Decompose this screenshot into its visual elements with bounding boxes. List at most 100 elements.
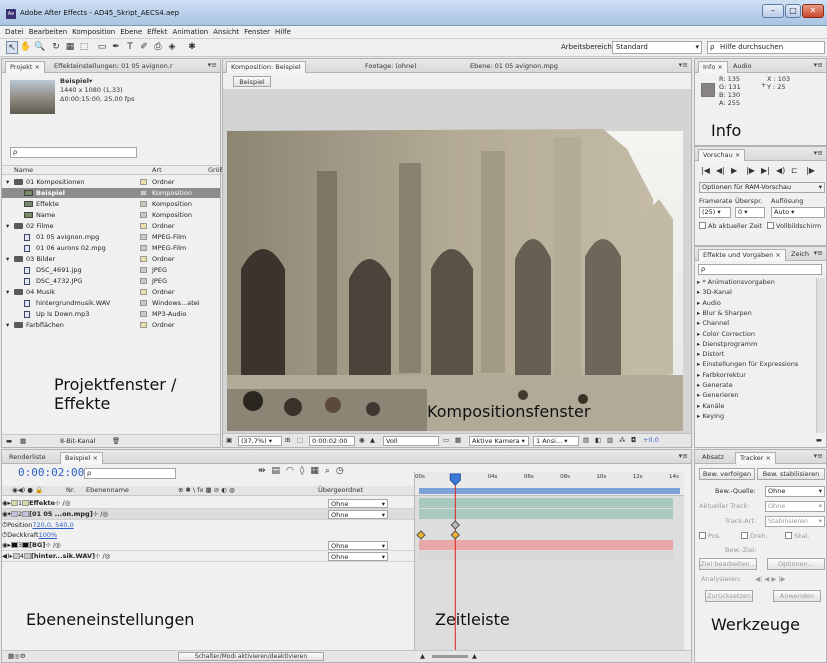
effect-category-item[interactable]: ▸ Color Correction (697, 330, 814, 339)
layer-label-color[interactable] (10, 511, 18, 517)
edit-target-button[interactable]: Ziel bearbeiten... (699, 558, 757, 570)
layer-name[interactable]: Effekte (29, 499, 55, 507)
options-button[interactable]: Optionen... (767, 558, 825, 570)
comp-breadcrumb[interactable]: Beispiel (233, 76, 271, 87)
label-color-swatch[interactable] (140, 212, 147, 218)
label-color-swatch[interactable] (140, 256, 147, 262)
layer-label-color[interactable] (12, 553, 20, 559)
disclosure-triangle-icon[interactable]: ▾ (6, 177, 9, 187)
camera-tool-icon[interactable]: ▦ (64, 41, 76, 54)
project-row[interactable]: DSC_4732.JPG JPEG (2, 276, 220, 286)
parent-select[interactable]: Ohne ▾ (328, 499, 388, 508)
tab-project[interactable]: Projekt × (5, 61, 45, 73)
tab-effect-settings[interactable]: Effekteinstellungen: 01 05 avignon.r (50, 61, 177, 73)
new-folder-icon[interactable]: ▬ (6, 437, 12, 446)
rotation-tool-icon[interactable]: ↻ (50, 41, 62, 54)
col-type[interactable]: Art (152, 166, 162, 175)
ram-preview-icon[interactable]: |▶ (806, 166, 815, 175)
menu-item-hilfe[interactable]: Hilfe (275, 26, 291, 38)
parent-select[interactable]: Ohne ▾ (328, 510, 388, 519)
menu-item-ebene[interactable]: Ebene (120, 26, 142, 38)
first-frame-icon[interactable]: |◀ (701, 166, 710, 175)
selection-tool-icon[interactable]: ↖ (6, 41, 18, 54)
last-frame-icon[interactable]: ▶| (761, 166, 770, 175)
disclosure-triangle-icon[interactable]: ▾ (6, 254, 9, 264)
effect-category-item[interactable]: ▸ Dienstprogramm (697, 340, 814, 349)
maximize-button[interactable]: □ (785, 4, 801, 18)
grid-icon[interactable]: ⊞ (285, 436, 290, 445)
rectangle-tool-icon[interactable]: ▭ (96, 41, 108, 54)
skip-select[interactable]: 0 ▾ (735, 207, 765, 218)
layer-switches[interactable]: ⊹ / (93, 510, 103, 518)
zoom-tool-icon[interactable]: 🔍 (34, 41, 46, 54)
apply-button[interactable]: Anwenden (773, 590, 821, 602)
layer-name[interactable]: [01 05 ...on.mpg] (29, 510, 93, 518)
project-row[interactable]: ▾ 01 Kompositionen Ordner (2, 177, 220, 187)
text-tool-icon[interactable]: T (124, 41, 136, 54)
disclosure-triangle-icon[interactable]: ▾ (6, 287, 9, 297)
keyframe-marker[interactable] (416, 530, 426, 540)
timeline-search-input[interactable]: ρ (84, 468, 176, 479)
panel-menu-icon[interactable]: ▾≡ (679, 452, 688, 460)
label-color-swatch[interactable] (140, 278, 147, 284)
panel-menu-icon[interactable]: ▾≡ (814, 452, 823, 460)
new-comp-icon[interactable]: ▦ (20, 437, 26, 446)
menu-item-bearbeiten[interactable]: Bearbeiten (29, 26, 67, 38)
layer-name[interactable]: [hinter...sik.WAV] (31, 552, 95, 560)
visibility-eye-icon[interactable]: ◀) (2, 552, 10, 560)
pixel-aspect-icon[interactable]: ▤ (583, 436, 589, 445)
effect-category-item[interactable]: ▸ Generate (697, 381, 814, 390)
tab-render-queue[interactable]: Renderliste (5, 452, 50, 464)
layer-switches[interactable]: ⊹ / (55, 499, 65, 507)
close-button[interactable]: ✕ (802, 4, 824, 18)
effect-category-item[interactable]: ▸ Kanäle (697, 402, 814, 411)
label-color-swatch[interactable] (140, 267, 147, 273)
effects-search-input[interactable]: ρ (698, 264, 822, 275)
project-search-input[interactable]: ρ (10, 147, 137, 158)
flowchart-icon[interactable]: ⁂ (619, 436, 626, 445)
label-color-swatch[interactable] (140, 234, 147, 240)
parent-select[interactable]: Ohne ▾ (328, 552, 388, 561)
label-color-swatch[interactable] (140, 201, 147, 207)
layer-row[interactable]: ◉▾ 2 [01 05 ...on.mpg]⊹ /◎ Ohne ▾ (2, 509, 414, 520)
scale-checkbox[interactable]: Skal. (785, 532, 810, 541)
project-row[interactable]: 01 06 aurons 02.mpg MPEG-Film (2, 243, 220, 253)
project-row[interactable]: ▾ 03 Bilder Ordner (2, 254, 220, 264)
panel-menu-icon[interactable]: ▾≡ (814, 249, 823, 257)
effect-category-item[interactable]: ▸ * Animationsvorgaben (697, 278, 814, 287)
resolution-select[interactable]: Auto ▾ (771, 207, 825, 218)
effect-category-item[interactable]: ▸ Farbkorrektur (697, 371, 814, 380)
timeline-switch-icons[interactable]: ⇹▤◠◊▦⌕◷ (258, 466, 350, 476)
pickwhip-icon[interactable]: ◎ (105, 552, 111, 560)
label-color-swatch[interactable] (140, 190, 147, 196)
position-checkbox[interactable]: Pos. (699, 532, 721, 541)
label-color-swatch[interactable] (140, 179, 147, 185)
project-row[interactable]: Up Is Down.mp3 MP3-Audio (2, 309, 220, 319)
tab-footage[interactable]: Footage: (ohne) (361, 61, 421, 73)
tab-composition[interactable]: Komposition: Beispiel (226, 61, 306, 73)
play-icon[interactable]: ▶ (731, 166, 737, 175)
panel-menu-icon[interactable]: ▾≡ (814, 61, 823, 69)
menu-item-datei[interactable]: Datei (5, 26, 24, 38)
toggle-switches-modes-button[interactable]: Schalter/Modi aktivieren/deaktivieren (178, 652, 324, 661)
tab-preview[interactable]: Vorschau × (698, 149, 746, 161)
project-row[interactable]: hintergrundmusik.WAV Windows...atei (2, 298, 220, 308)
puppet-tool-icon[interactable]: ✱ (186, 41, 198, 54)
current-time-field[interactable]: 0:00:02:00 (309, 436, 355, 446)
layer-row[interactable]: ◉▸ 1 Effekte⊹ /◎ Ohne ▾ (2, 498, 414, 509)
new-folder-icon[interactable]: ▬ (816, 436, 822, 445)
minimize-button[interactable]: – (762, 4, 784, 18)
menu-item-fenster[interactable]: Fenster (244, 26, 270, 38)
tab-info[interactable]: Info × (698, 61, 728, 73)
always-preview-icon[interactable]: ▣ (226, 436, 232, 445)
ram-preview-options-select[interactable]: Optionen für RAM-Vorschau ▾ (699, 182, 825, 193)
menu-item-ansicht[interactable]: Ansicht (213, 26, 239, 38)
exposure-value[interactable]: +0,0 (643, 436, 659, 445)
current-time-display[interactable]: 0:00:02:00 (18, 466, 84, 479)
stabilize-motion-button[interactable]: Bew. stabilisieren (757, 468, 825, 480)
property-value[interactable]: 100% (39, 531, 58, 539)
view-layout-select[interactable]: 1 Ansi... ▾ (533, 436, 579, 446)
timeline-icon[interactable]: ▥ (607, 436, 613, 445)
tab-paragraph[interactable]: Absatz (698, 452, 728, 464)
track-motion-button[interactable]: Bew. verfolgen (699, 468, 755, 480)
